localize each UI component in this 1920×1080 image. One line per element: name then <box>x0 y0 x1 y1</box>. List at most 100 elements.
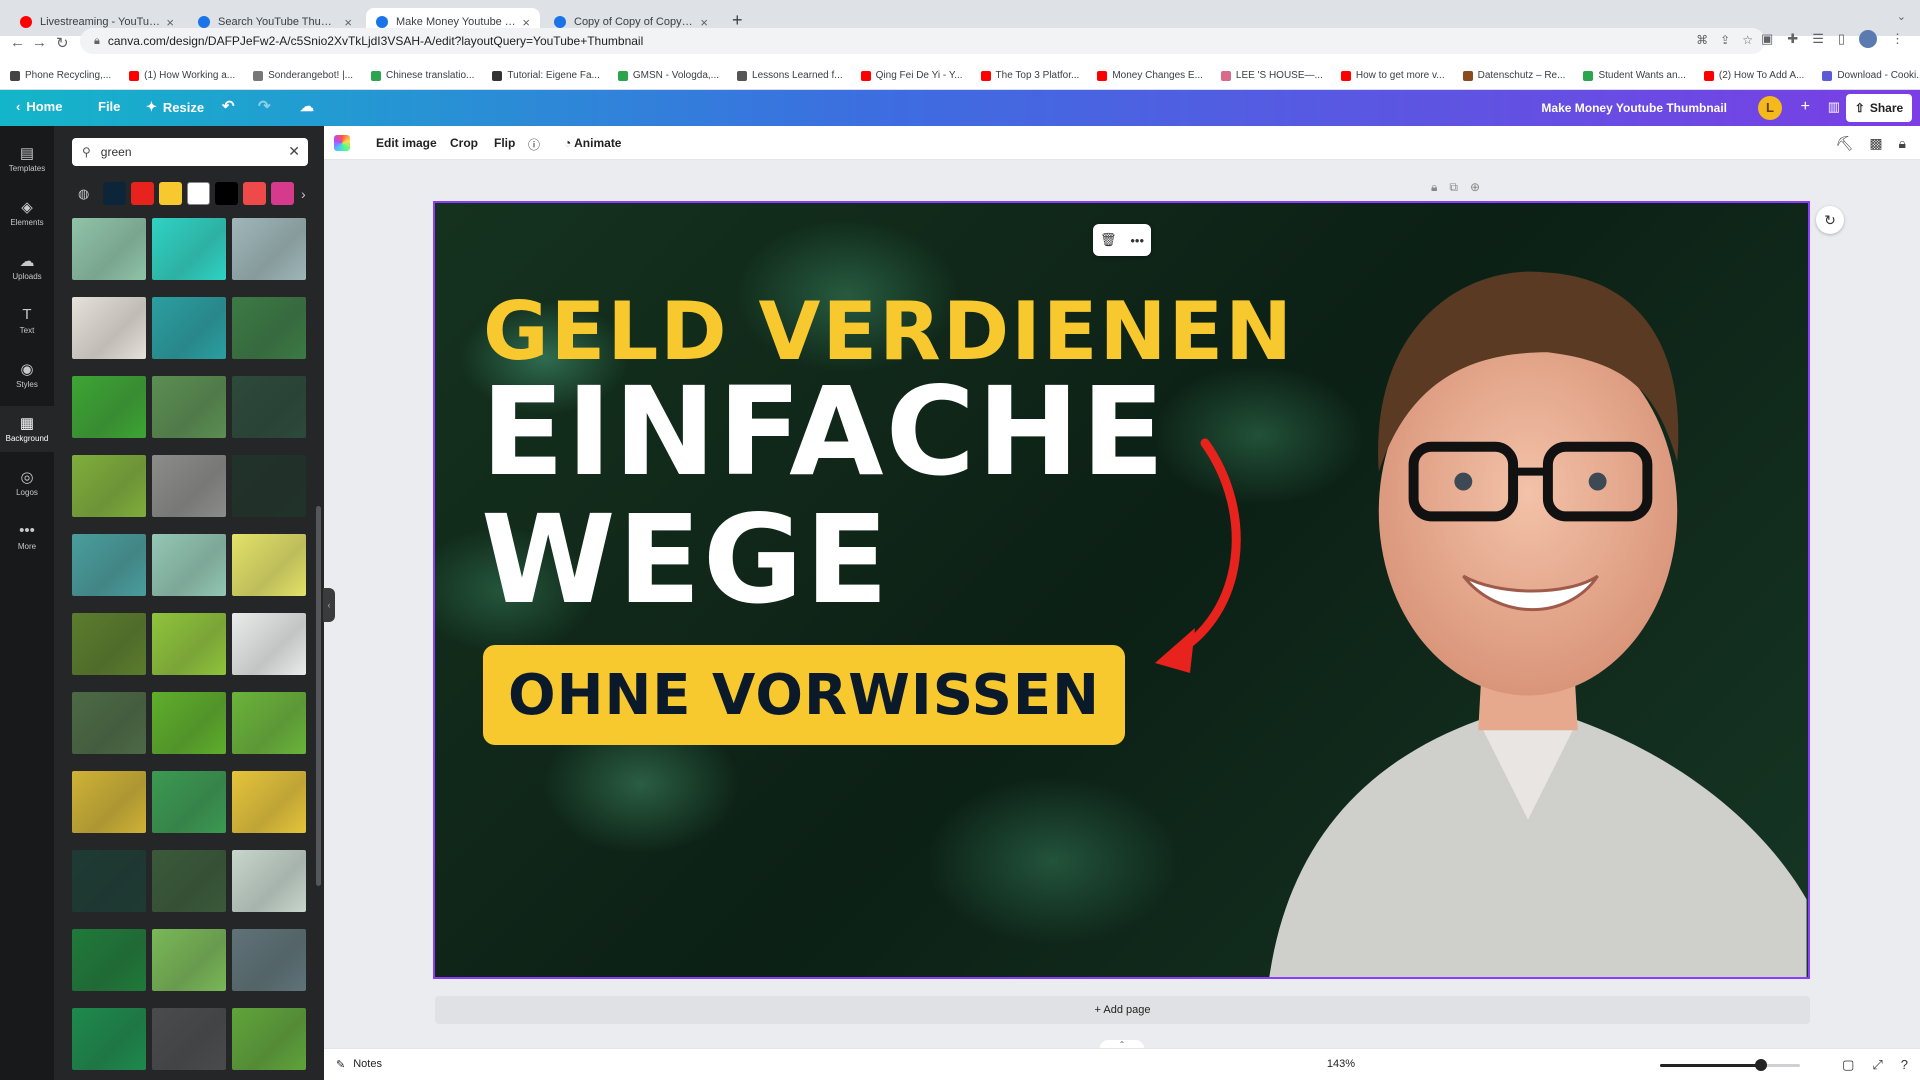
resize-button[interactable]: ✦ Resize <box>146 99 204 115</box>
background-thumbnail[interactable] <box>232 613 306 675</box>
color-picker-icon[interactable] <box>334 135 350 151</box>
rail-item-templates[interactable]: ▤ Templates <box>0 136 54 182</box>
bookmark-item[interactable]: Phone Recycling,... <box>10 70 111 81</box>
format-paint-icon[interactable]: ⛏ <box>1836 135 1854 152</box>
edit-image-button[interactable]: Edit image <box>376 136 437 150</box>
background-thumbnail[interactable] <box>232 376 306 438</box>
flip-button[interactable]: Flip <box>494 136 515 150</box>
background-thumbnail[interactable] <box>232 771 306 833</box>
background-thumbnail[interactable] <box>232 218 306 280</box>
tab-list-chevron-icon[interactable]: ⌄ <box>1897 10 1906 23</box>
insights-chart-icon[interactable]: ▥ <box>1828 99 1840 115</box>
background-thumbnail[interactable] <box>72 850 146 912</box>
bookmark-item[interactable]: Tutorial: Eigene Fa... <box>492 70 600 81</box>
background-thumbnail[interactable] <box>152 218 226 280</box>
lock-element-icon[interactable]: 🔒︎ <box>1899 135 1906 152</box>
bookmark-item[interactable]: Datenschutz – Re... <box>1462 70 1565 81</box>
color-swatch[interactable] <box>103 182 126 205</box>
rail-item-background[interactable]: ▦ Background <box>0 406 54 452</box>
bookmark-item[interactable]: How to get more v... <box>1340 70 1445 81</box>
bookmark-item[interactable]: Download - Cooki... <box>1822 70 1920 81</box>
background-thumbnail[interactable] <box>152 929 226 991</box>
background-thumbnail[interactable] <box>72 692 146 754</box>
share-button[interactable]: ⇧ Share <box>1846 94 1912 122</box>
chevron-right-icon[interactable]: › <box>301 186 306 202</box>
extension-icon[interactable]: ▣ <box>1761 31 1773 47</box>
bookmark-item[interactable]: The Top 3 Platfor... <box>980 70 1079 81</box>
rail-item-elements[interactable]: ◈ Elements <box>0 190 54 236</box>
add-collaborator-icon[interactable]: + <box>1801 98 1810 116</box>
lock-page-icon[interactable]: 🔒︎ <box>1431 180 1437 195</box>
design-title[interactable]: Make Money Youtube Thumbnail <box>1541 101 1727 115</box>
info-icon[interactable]: ⓘ <box>528 136 540 153</box>
bookmark-item[interactable]: Student Wants an... <box>1583 70 1686 81</box>
bookmark-item[interactable]: Chinese translatio... <box>371 70 474 81</box>
headline-line-3[interactable]: WEGE <box>481 499 890 621</box>
color-swatch[interactable] <box>271 182 294 205</box>
color-swatch[interactable] <box>243 182 266 205</box>
color-swatch[interactable] <box>187 182 210 205</box>
collapse-panel-handle[interactable]: ‹ <box>323 588 335 622</box>
background-thumbnail[interactable] <box>152 534 226 596</box>
background-thumbnail[interactable] <box>232 534 306 596</box>
background-thumbnail[interactable] <box>232 1008 306 1070</box>
bookmark-item[interactable]: Sonderangebot! |... <box>253 70 353 81</box>
trash-icon[interactable]: 🗑︎ <box>1100 232 1117 248</box>
background-thumbnail[interactable] <box>152 771 226 833</box>
palette-icon[interactable]: ◍ <box>78 186 94 202</box>
rail-item-text[interactable]: T Text <box>0 298 54 344</box>
background-thumbnail[interactable] <box>152 455 226 517</box>
add-page-button[interactable]: + Add page <box>435 996 1810 1024</box>
menu-kebab-icon[interactable]: ⋮ <box>1891 31 1904 47</box>
rail-item-uploads[interactable]: ☁ Uploads <box>0 244 54 290</box>
help-icon[interactable]: ? <box>1901 1057 1908 1073</box>
bookmark-star-icon[interactable]: ☆ <box>1742 33 1753 47</box>
red-curved-arrow[interactable] <box>1135 433 1255 693</box>
background-thumbnail[interactable] <box>232 850 306 912</box>
color-swatch[interactable] <box>215 182 238 205</box>
address-bar[interactable]: 🔒︎ canva.com/design/DAFPJeFw2-A/c5Snio2X… <box>80 28 1765 54</box>
profile-avatar[interactable] <box>1859 30 1877 48</box>
back-arrow-icon[interactable]: ← <box>10 34 25 51</box>
yellow-banner[interactable]: OHNE VORWISSEN <box>483 645 1125 745</box>
background-thumbnail[interactable] <box>152 692 226 754</box>
bookmark-item[interactable]: Lessons Learned f... <box>737 70 843 81</box>
forward-arrow-icon[interactable]: → <box>32 34 47 51</box>
background-thumbnail[interactable] <box>72 455 146 517</box>
panel-scrollbar[interactable] <box>316 506 321 886</box>
add-page-icon[interactable]: ⊕ <box>1470 180 1480 195</box>
crop-button[interactable]: Crop <box>450 136 478 150</box>
background-thumbnail[interactable] <box>72 376 146 438</box>
color-swatch[interactable] <box>131 182 154 205</box>
zoom-slider[interactable] <box>1660 1059 1800 1071</box>
rail-item-more[interactable]: ••• More <box>0 514 54 560</box>
rail-item-styles[interactable]: ◉ Styles <box>0 352 54 398</box>
background-thumbnail[interactable] <box>152 1008 226 1070</box>
rail-item-logos[interactable]: ◎ Logos <box>0 460 54 506</box>
background-thumbnail[interactable] <box>72 771 146 833</box>
transparency-icon[interactable]: ▩ <box>1869 135 1882 152</box>
background-thumbnail[interactable] <box>72 218 146 280</box>
zoom-slider-knob[interactable] <box>1754 1059 1767 1071</box>
bookmark-item[interactable]: Money Changes E... <box>1097 70 1203 81</box>
bookmark-item[interactable]: LEE 'S HOUSE—... <box>1220 70 1323 81</box>
background-thumbnail[interactable] <box>152 850 226 912</box>
share-page-icon[interactable]: ⇪ <box>1720 33 1730 47</box>
background-thumbnail[interactable] <box>152 376 226 438</box>
more-options-icon[interactable]: ••• <box>1130 233 1144 248</box>
background-thumbnail[interactable] <box>72 613 146 675</box>
background-thumbnail[interactable] <box>72 1008 146 1070</box>
redo-icon[interactable]: ↷ <box>258 97 271 115</box>
puzzle-icon[interactable]: ✚ <box>1787 31 1798 47</box>
background-thumbnail[interactable] <box>152 613 226 675</box>
background-thumbnail[interactable] <box>232 297 306 359</box>
bookmark-item[interactable]: (1) How Working a... <box>129 70 235 81</box>
home-button[interactable]: ‹ Home <box>16 99 62 114</box>
sidepanel-icon[interactable]: ▯ <box>1838 31 1845 47</box>
background-thumbnail[interactable] <box>232 455 306 517</box>
zoom-level[interactable]: 143% <box>1327 1058 1355 1070</box>
duplicate-page-icon[interactable]: ⧉ <box>1449 180 1458 195</box>
background-thumbnail[interactable] <box>72 929 146 991</box>
file-menu-button[interactable]: File <box>98 99 120 114</box>
animate-button[interactable]: ◔ Animate <box>564 136 621 150</box>
